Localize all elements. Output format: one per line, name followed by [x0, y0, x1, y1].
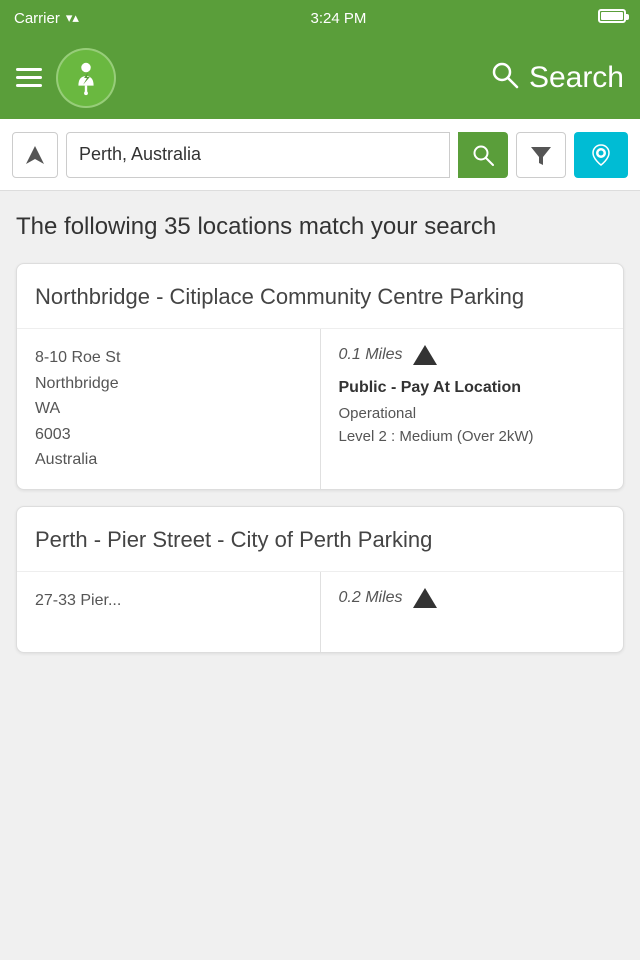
app-header: Search [0, 36, 640, 119]
logo-icon [67, 59, 105, 97]
search-submit-icon [472, 144, 494, 166]
status-bar: Carrier ▾▴ 3:24 PM [0, 0, 640, 36]
search-submit-button[interactable] [458, 132, 508, 178]
search-input-wrap [66, 132, 450, 178]
card-address: 8-10 Roe St Northbridge WA 6003 Australi… [17, 329, 321, 489]
address-text: 8-10 Roe St Northbridge WA 6003 Australi… [35, 349, 120, 468]
carrier-info: Carrier ▾▴ [14, 10, 79, 27]
filter-button[interactable] [516, 132, 566, 178]
search-bar [0, 119, 640, 191]
search-button[interactable]: Search [491, 61, 624, 95]
card-body: 8-10 Roe St Northbridge WA 6003 Australi… [17, 329, 623, 489]
card-type: Public - Pay At Location [339, 377, 606, 399]
battery-indicator [598, 9, 626, 27]
map-view-button[interactable] [574, 132, 628, 178]
card-details: 0.1 Miles Public - Pay At Location Opera… [321, 329, 624, 489]
navigation-arrow-icon [413, 345, 437, 365]
card-address-2: 27-33 Pier... [17, 572, 321, 652]
card-distance: 0.1 Miles [339, 345, 606, 365]
hamburger-line-3 [16, 84, 42, 87]
location-card-2[interactable]: Perth - Pier Street - City of Perth Park… [16, 506, 624, 653]
search-label: Search [529, 61, 624, 95]
card-title-2: Perth - Pier Street - City of Perth Park… [17, 507, 623, 572]
navigation-arrow-icon-2 [413, 588, 437, 608]
card-title: Northbridge - Citiplace Community Centre… [17, 264, 623, 329]
carrier-label: Carrier [14, 10, 60, 27]
wifi-icon: ▾▴ [66, 10, 79, 26]
hamburger-line-1 [16, 68, 42, 71]
card-status-text: Operational Level 2 : Medium (Over 2kW) [339, 403, 606, 448]
level-label: Level 2 : Medium (Over 2kW) [339, 428, 534, 445]
search-input[interactable] [67, 144, 449, 165]
address-text-2: 27-33 Pier... [35, 592, 121, 609]
location-arrow-icon [24, 144, 46, 166]
use-location-button[interactable] [12, 132, 58, 178]
hamburger-line-2 [16, 76, 42, 79]
time-label: 3:24 PM [311, 10, 367, 27]
location-card[interactable]: Northbridge - Citiplace Community Centre… [16, 263, 624, 490]
header-left [16, 48, 116, 108]
filter-icon [530, 144, 552, 166]
distance-text: 0.1 Miles [339, 346, 403, 364]
distance-text-2: 0.2 Miles [339, 589, 403, 607]
map-pin-icon [589, 143, 613, 167]
status-label: Operational [339, 405, 417, 422]
app-logo[interactable] [56, 48, 116, 108]
card-body-2: 27-33 Pier... 0.2 Miles [17, 572, 623, 652]
search-svg [491, 61, 519, 89]
results-area: The following 35 locations match your se… [0, 191, 640, 689]
search-icon [491, 61, 519, 95]
results-summary: The following 35 locations match your se… [16, 211, 624, 243]
card-distance-2: 0.2 Miles [339, 588, 606, 608]
menu-button[interactable] [16, 68, 42, 87]
card-details-2: 0.2 Miles [321, 572, 624, 652]
